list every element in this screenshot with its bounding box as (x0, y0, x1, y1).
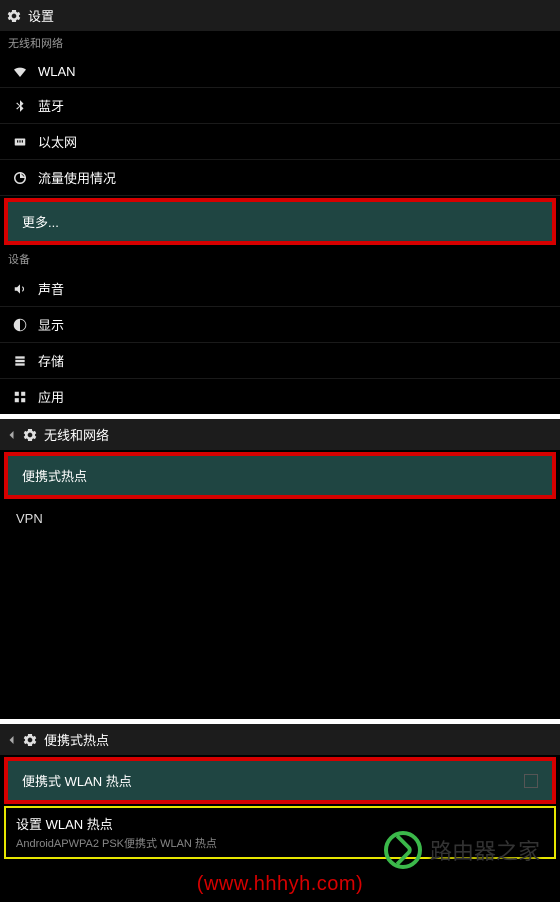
wireless-networks-panel: 无线和网络 便携式热点 VPN (0, 419, 560, 719)
back-icon[interactable] (6, 733, 18, 747)
data-usage-label: 流量使用情况 (38, 168, 116, 187)
apps-icon (10, 390, 30, 404)
ethernet-item[interactable]: 以太网 (0, 124, 560, 160)
section-wireless-label: 无线和网络 (0, 31, 560, 55)
portable-wlan-hotspot-item[interactable]: 便携式 WLAN 热点 (4, 757, 556, 804)
portable-hotspot-panel: 便携式热点 便携式 WLAN 热点 设置 WLAN 热点 AndroidAPWP… (0, 724, 560, 902)
hotspot-toggle-checkbox[interactable] (524, 774, 538, 788)
subheader: 便携式热点 (0, 724, 560, 755)
display-icon (10, 318, 30, 332)
portable-wlan-hotspot-label: 便携式 WLAN 热点 (22, 771, 132, 790)
wireless-title: 无线和网络 (44, 425, 109, 444)
brand-url: (www.hhhyh.com) (0, 873, 560, 896)
more-label: 更多... (22, 212, 59, 231)
brand-logo-icon (384, 831, 422, 869)
vpn-label: VPN (16, 511, 43, 526)
bluetooth-item[interactable]: 蓝牙 (0, 88, 560, 124)
gear-icon (22, 427, 38, 443)
portable-hotspot-item[interactable]: 便携式热点 (4, 452, 556, 499)
storage-label: 存储 (38, 351, 64, 370)
data-usage-item[interactable]: 流量使用情况 (0, 160, 560, 196)
more-item[interactable]: 更多... (4, 198, 556, 245)
header: 设置 (0, 0, 560, 31)
gear-icon (22, 732, 38, 748)
hotspot-title: 便携式热点 (44, 730, 109, 749)
sound-label: 声音 (38, 279, 64, 298)
apps-item[interactable]: 应用 (0, 379, 560, 414)
sound-icon (10, 282, 30, 296)
display-item[interactable]: 显示 (0, 307, 560, 343)
back-icon[interactable] (6, 428, 18, 442)
wlan-item[interactable]: WLAN (0, 55, 560, 88)
settings-title: 设置 (28, 6, 54, 25)
vpn-item[interactable]: VPN (0, 501, 560, 536)
bluetooth-label: 蓝牙 (38, 96, 64, 115)
watermark: 路由器之家 (www.hhhyh.com) (0, 831, 560, 896)
ethernet-label: 以太网 (38, 132, 77, 151)
wifi-icon (10, 63, 30, 79)
section-device-label: 设备 (0, 247, 560, 271)
ethernet-icon (10, 135, 30, 149)
data-usage-icon (10, 171, 30, 185)
apps-label: 应用 (38, 387, 64, 406)
brand-text: 路由器之家 (430, 834, 540, 866)
subheader: 无线和网络 (0, 419, 560, 450)
settings-panel: 设置 无线和网络 WLAN 蓝牙 以太网 流量使用情况 更多... 设备 声音 (0, 0, 560, 414)
storage-item[interactable]: 存储 (0, 343, 560, 379)
bluetooth-icon (10, 99, 30, 113)
storage-icon (10, 354, 30, 368)
wlan-label: WLAN (38, 64, 76, 79)
gear-icon (6, 8, 22, 24)
portable-hotspot-label: 便携式热点 (22, 466, 87, 485)
sound-item[interactable]: 声音 (0, 271, 560, 307)
display-label: 显示 (38, 315, 64, 334)
